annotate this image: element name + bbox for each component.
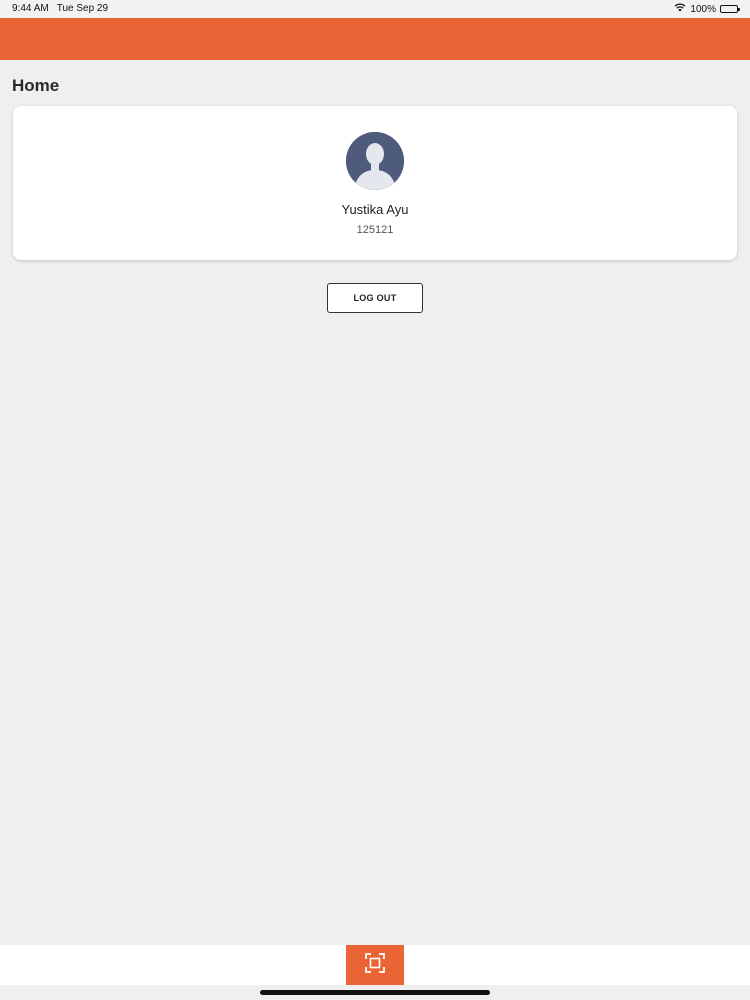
user-id: 125121 [356,224,394,236]
wifi-icon [674,3,686,15]
status-bar: 9:44 AM Tue Sep 29 100% [0,0,750,18]
battery-percent: 100% [690,3,716,15]
user-avatar-icon [346,132,404,190]
logout-button[interactable]: LOG OUT [327,283,423,313]
home-indicator [260,990,490,995]
page-title: Home [12,76,60,95]
bottom-bar [0,945,750,985]
status-date: Tue Sep 29 [56,3,109,14]
status-time: 9:44 AM [12,3,49,14]
user-name: Yustika Ayu [341,202,409,217]
battery-icon [720,5,740,13]
scan-icon [364,952,386,979]
scan-button[interactable] [346,945,404,985]
profile-card: Yustika Ayu 125121 [13,106,737,260]
app-header-bar [0,18,750,60]
